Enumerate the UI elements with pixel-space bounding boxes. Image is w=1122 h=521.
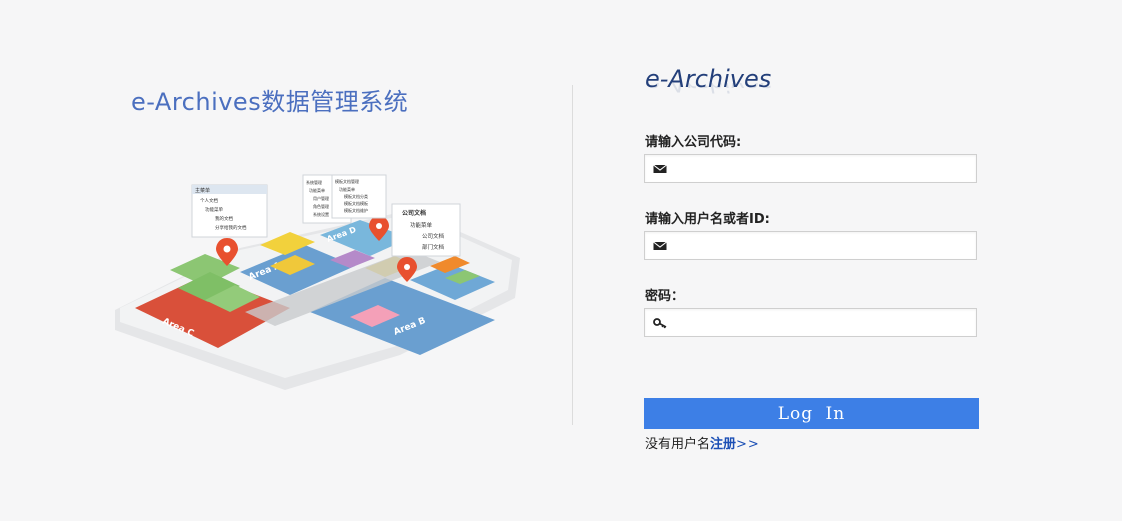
login-button[interactable]: Log In (644, 398, 979, 429)
svg-text:功能菜单: 功能菜单 (205, 206, 223, 213)
svg-text:我的文档: 我的文档 (215, 215, 233, 222)
svg-text:分享给我的文档: 分享给我的文档 (215, 224, 247, 231)
svg-text:功能菜单: 功能菜单 (410, 221, 433, 229)
svg-text:系统管理: 系统管理 (306, 179, 322, 185)
svg-text:模板文档维护: 模板文档维护 (344, 207, 368, 213)
svg-text:公司文档: 公司文档 (422, 232, 445, 240)
register-prompt: 没有用户名注册>> (645, 433, 760, 452)
svg-text:用户管理: 用户管理 (313, 195, 329, 201)
svg-text:个人文档: 个人文档 (200, 197, 218, 204)
svg-text:功能菜单: 功能菜单 (309, 187, 325, 193)
password-label: 密码： (645, 289, 685, 304)
svg-text:系统设置: 系统设置 (313, 211, 329, 217)
company-code-field[interactable] (644, 154, 977, 183)
username-label: 请输入用户名或者ID: (645, 212, 770, 227)
company-code-label: 请输入公司代码: (645, 135, 742, 150)
svg-text:公司文档: 公司文档 (402, 209, 426, 217)
svg-text:功能菜单: 功能菜单 (339, 186, 355, 192)
app-title: e-Archives数据管理系统 (131, 88, 409, 116)
svg-text:角色管理: 角色管理 (313, 203, 329, 209)
svg-text:主菜单: 主菜单 (195, 187, 210, 194)
menu-panel: 主菜单 个人文档 功能菜单 我的文档 分享给我的文档 (191, 184, 268, 238)
register-arrows: >> (736, 437, 760, 452)
key-icon (653, 318, 667, 329)
username-field[interactable] (644, 231, 977, 260)
register-link[interactable]: 注册 (710, 437, 736, 452)
register-prefix: 没有用户名 (645, 437, 711, 452)
svg-text:模板文档分类: 模板文档分类 (344, 193, 368, 199)
svg-text:模板文档管理: 模板文档管理 (335, 178, 359, 184)
svg-text:模板文档模板: 模板文档模板 (344, 200, 368, 206)
svg-text:部门文档: 部门文档 (422, 243, 445, 251)
menu-panel: 模板文档管理 功能菜单 模板文档分类 模板文档模板 模板文档维护 (331, 174, 387, 219)
logo: e-Archives e-Archives (645, 63, 845, 111)
logo-reflection: e-Archives (645, 83, 845, 95)
username-input[interactable] (671, 232, 971, 259)
menu-panel: 公司文档 功能菜单 公司文档 部门文档 (391, 203, 461, 257)
vertical-divider (572, 85, 573, 425)
password-field[interactable] (644, 308, 977, 337)
password-input[interactable] (671, 309, 971, 336)
warehouse-map-illustration: Area C Area A Area D Area B 主菜单 个人文档 功能菜… (115, 174, 520, 390)
envelope-icon (653, 241, 667, 250)
company-code-input[interactable] (671, 155, 971, 182)
envelope-icon (653, 164, 667, 173)
